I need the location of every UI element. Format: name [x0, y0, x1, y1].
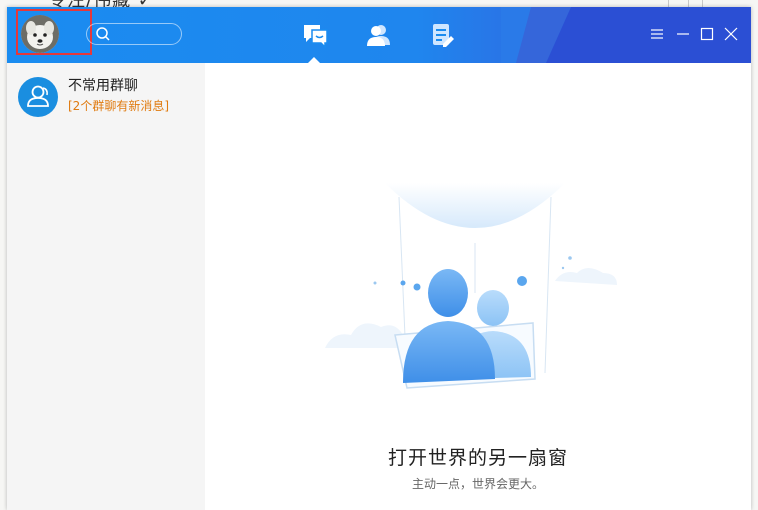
hot-air-balloon-illustration	[325, 183, 617, 389]
maximize-icon[interactable]	[700, 27, 714, 41]
conversation-list: 不常用群聊 [2个群聊有新消息]	[7, 63, 205, 510]
empty-state-title: 打开世界的另一扇窗	[387, 447, 568, 469]
main-panel: 打开世界的另一扇窗 主动一点，世界会更大。	[205, 63, 751, 510]
chat-bubble-icon[interactable]	[301, 22, 329, 48]
conversation-item[interactable]: 不常用群聊 [2个群聊有新消息]	[7, 71, 205, 129]
search-icon	[96, 27, 110, 41]
group-chat-icon	[27, 85, 49, 107]
user-avatar[interactable]	[21, 15, 59, 53]
document-icon[interactable]	[429, 22, 457, 48]
minimize-icon[interactable]	[676, 27, 690, 41]
chat-app-window: 不常用群聊 [2个群聊有新消息] 打开世界的另一扇窗 主动一点，世界会更大。	[7, 7, 751, 510]
contacts-icon[interactable]	[365, 22, 393, 48]
conversation-title: 不常用群聊	[68, 78, 138, 94]
empty-state-subtitle: 主动一点，世界会更大。	[411, 477, 544, 491]
group-chat-avatar	[18, 77, 58, 117]
dog-avatar-icon	[21, 15, 59, 53]
conversation-notice: [2个群聊有新消息]	[68, 99, 169, 113]
search-input[interactable]	[86, 23, 182, 45]
menu-icon[interactable]	[650, 27, 664, 41]
titlebar	[7, 7, 751, 63]
close-icon[interactable]	[724, 27, 738, 41]
avatar-highlight[interactable]	[16, 9, 92, 55]
